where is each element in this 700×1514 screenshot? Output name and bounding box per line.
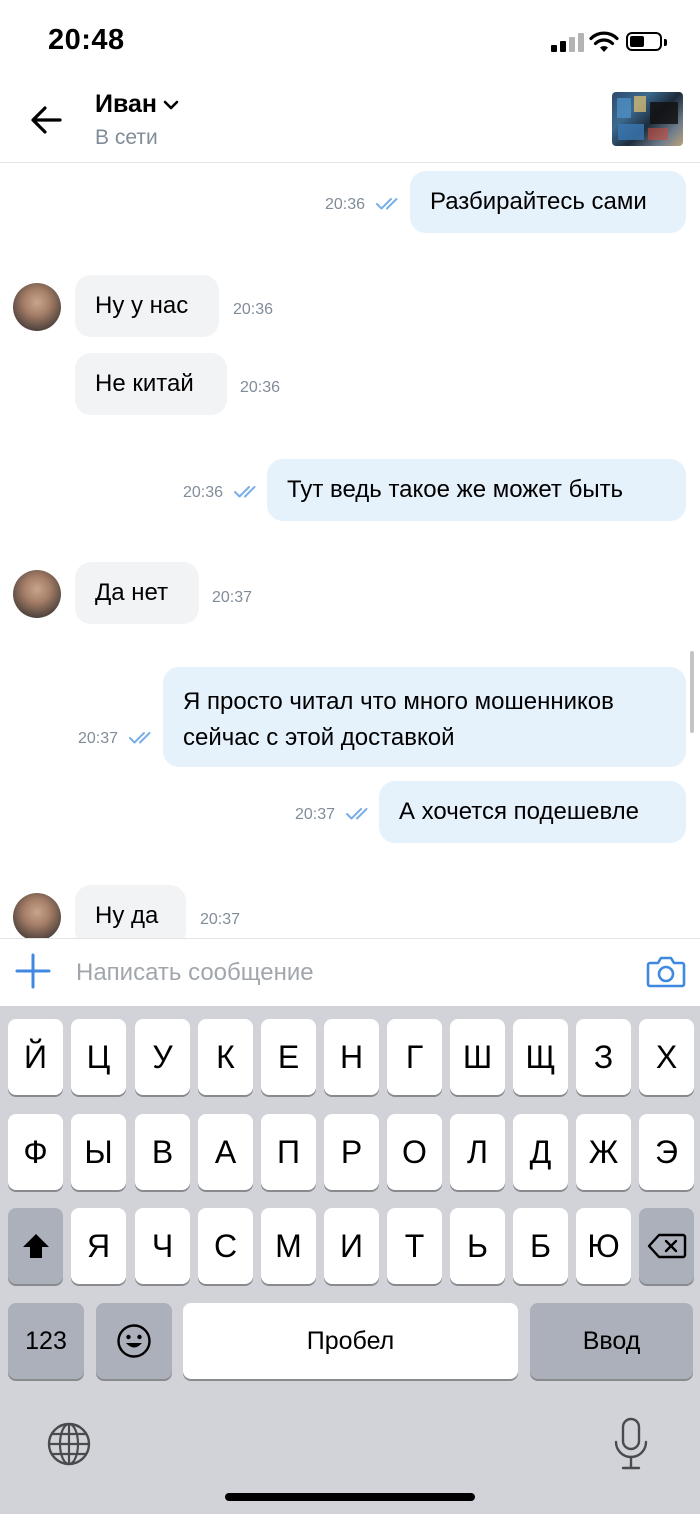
message-time: 20:36 [233, 301, 274, 318]
key[interactable]: Й [8, 1019, 63, 1095]
key[interactable]: Я [71, 1208, 126, 1284]
key[interactable]: Е [261, 1019, 316, 1095]
key[interactable]: Н [324, 1019, 379, 1095]
plus-icon[interactable] [15, 953, 51, 989]
key[interactable]: С [198, 1208, 253, 1284]
battery-icon [626, 30, 670, 54]
read-check-icon [129, 732, 151, 744]
key[interactable]: Ь [450, 1208, 505, 1284]
status-bar: 20:48 [0, 0, 700, 84]
key[interactable]: Т [387, 1208, 442, 1284]
wifi-icon [589, 31, 619, 52]
key[interactable]: Х [639, 1019, 694, 1095]
message-time: 20:36 [240, 379, 281, 396]
message-time: 20:37 [200, 911, 241, 928]
chat-avatar-image[interactable] [612, 92, 683, 146]
sender-avatar[interactable] [13, 893, 61, 938]
home-indicator[interactable] [225, 1493, 475, 1501]
contact-online-status: В сети [95, 126, 158, 149]
message-bubble-incoming[interactable]: Ну у нас [75, 275, 219, 337]
shift-icon [22, 1234, 49, 1258]
key[interactable]: Ч [135, 1208, 190, 1284]
key[interactable]: Р [324, 1114, 379, 1190]
message-bubble-outgoing[interactable]: Я просто читал что много мошенников сейч… [163, 667, 686, 767]
key[interactable]: А [198, 1114, 253, 1190]
key[interactable]: Ю [576, 1208, 631, 1284]
message-bubble-incoming[interactable]: Да нет [75, 562, 199, 624]
return-key[interactable]: Ввод [530, 1303, 693, 1379]
contact-name[interactable]: Иван [95, 90, 157, 119]
key[interactable]: В [135, 1114, 190, 1190]
key[interactable]: Э [639, 1114, 694, 1190]
onscreen-keyboard: Й Ц У К Е Н Г Ш Щ З Х Ф Ы В А П Р О Л Д … [0, 1006, 700, 1514]
microphone-icon[interactable] [611, 1416, 651, 1472]
message-time: 20:37 [295, 806, 336, 823]
message-bubble-outgoing[interactable]: А хочется подешевле [379, 781, 686, 843]
message-time: 20:37 [212, 589, 253, 606]
key[interactable]: Щ [513, 1019, 568, 1095]
status-time: 20:48 [48, 24, 125, 56]
key[interactable]: Ж [576, 1114, 631, 1190]
emoji-icon [117, 1324, 151, 1358]
globe-icon[interactable] [46, 1421, 92, 1467]
key[interactable]: Б [513, 1208, 568, 1284]
key[interactable]: Ф [8, 1114, 63, 1190]
key[interactable]: Ц [71, 1019, 126, 1095]
numbers-key[interactable]: 123 [8, 1303, 84, 1379]
key[interactable]: З [576, 1019, 631, 1095]
key[interactable]: У [135, 1019, 190, 1095]
key[interactable]: И [324, 1208, 379, 1284]
backspace-icon [647, 1233, 686, 1259]
shift-key[interactable] [8, 1208, 63, 1284]
key[interactable]: Д [513, 1114, 568, 1190]
message-bubble-outgoing[interactable]: Разбирайтесь сами [410, 171, 686, 233]
scrollbar-thumb[interactable] [690, 651, 694, 733]
message-time: 20:36 [325, 196, 366, 213]
key[interactable]: Г [387, 1019, 442, 1095]
key[interactable]: Ш [450, 1019, 505, 1095]
camera-icon[interactable] [646, 953, 686, 989]
cellular-signal-icon [551, 32, 585, 52]
key[interactable]: М [261, 1208, 316, 1284]
read-check-icon [376, 198, 398, 210]
message-time: 20:36 [183, 484, 224, 501]
back-arrow-icon[interactable] [28, 102, 64, 138]
chevron-down-icon[interactable] [162, 98, 180, 112]
message-list[interactable]: 20:36 Разбирайтесь сами Ну у нас 20:36 Н… [0, 163, 700, 938]
chat-header: Иван В сети [0, 84, 700, 163]
read-check-icon [234, 486, 256, 498]
read-check-icon [346, 808, 368, 820]
backspace-key[interactable] [639, 1208, 694, 1284]
sender-avatar[interactable] [13, 570, 61, 618]
message-bubble-incoming[interactable]: Не китай [75, 353, 227, 415]
message-composer [0, 938, 700, 1007]
key[interactable]: Ы [71, 1114, 126, 1190]
message-input[interactable] [76, 951, 616, 995]
sender-avatar[interactable] [13, 283, 61, 331]
key[interactable]: О [387, 1114, 442, 1190]
emoji-key[interactable] [96, 1303, 172, 1379]
message-bubble-outgoing[interactable]: Тут ведь такое же может быть [267, 459, 686, 521]
message-bubble-incoming[interactable]: Ну да [75, 885, 186, 938]
key[interactable]: Л [450, 1114, 505, 1190]
key[interactable]: К [198, 1019, 253, 1095]
message-time: 20:37 [78, 730, 119, 747]
space-key[interactable]: Пробел [183, 1303, 518, 1379]
key[interactable]: П [261, 1114, 316, 1190]
